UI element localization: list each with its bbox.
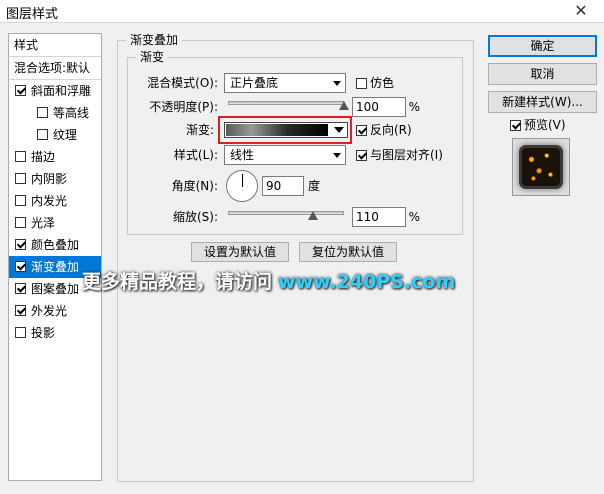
- reverse-checkbox-box[interactable]: [356, 125, 367, 136]
- style-item[interactable]: 斜面和浮雕: [9, 80, 101, 102]
- opacity-slider[interactable]: [228, 97, 349, 111]
- gradient-swatch[interactable]: [226, 124, 328, 136]
- dither-label: 仿色: [370, 76, 395, 90]
- scale-input[interactable]: 110: [352, 207, 406, 227]
- new-style-button[interactable]: 新建样式(W)...: [488, 91, 597, 113]
- style-select[interactable]: 线性: [224, 145, 346, 165]
- scale-label: 缩放(S):: [172, 210, 218, 224]
- reverse-label: 反向(R): [370, 123, 412, 137]
- angle-label: 角度(N):: [171, 179, 218, 193]
- style-item[interactable]: 投影: [9, 322, 101, 344]
- scale-slider-thumb[interactable]: [308, 211, 318, 220]
- chevron-down-icon[interactable]: [334, 127, 344, 133]
- close-icon[interactable]: ✕: [572, 1, 590, 20]
- gradient-picker[interactable]: [224, 122, 348, 138]
- blending-options-item[interactable]: 混合选项:默认: [9, 57, 101, 80]
- style-item-label: 外发光: [31, 304, 68, 318]
- watermark-text: 更多精品教程，请访问: [82, 271, 273, 293]
- style-item-label: 颜色叠加: [31, 238, 80, 252]
- align-label: 与图层对齐(I): [370, 148, 443, 162]
- style-item-label: 图案叠加: [31, 282, 80, 296]
- preview-checkbox[interactable]: 预览(V): [510, 117, 566, 133]
- dither-checkbox-box[interactable]: [356, 78, 367, 89]
- dither-checkbox[interactable]: 仿色: [356, 75, 394, 91]
- scale-slider-track: [228, 211, 344, 215]
- watermark-url: www.240PS.com: [278, 271, 456, 293]
- cancel-button[interactable]: 取消: [488, 63, 597, 85]
- style-item-checkbox[interactable]: [15, 195, 26, 206]
- style-item-label: 等高线: [53, 106, 90, 120]
- align-with-layer-checkbox[interactable]: 与图层对齐(I): [356, 147, 443, 163]
- style-item-checkbox[interactable]: [15, 327, 26, 338]
- style-item-label: 纹理: [53, 128, 78, 142]
- blend-mode-select[interactable]: 正片叠底: [224, 73, 346, 93]
- style-item-checkbox[interactable]: [37, 129, 48, 140]
- preview-checkbox-box[interactable]: [510, 120, 521, 131]
- angle-dial-needle: [242, 174, 243, 187]
- scale-unit: %: [408, 210, 420, 224]
- style-item[interactable]: 描边: [9, 146, 101, 168]
- opacity-input[interactable]: 100: [352, 97, 406, 117]
- style-item-checkbox[interactable]: [15, 173, 26, 184]
- align-checkbox-box[interactable]: [356, 150, 367, 161]
- style-item-label: 描边: [31, 150, 56, 164]
- style-item-label: 斜面和浮雕: [31, 84, 92, 98]
- reverse-checkbox[interactable]: 反向(R): [356, 122, 412, 138]
- opacity-unit: %: [408, 100, 420, 114]
- gradient-overlay-title: 渐变叠加: [126, 32, 183, 48]
- style-label: 样式(L):: [173, 148, 218, 162]
- style-item[interactable]: 颜色叠加: [9, 234, 101, 256]
- angle-input[interactable]: 90: [262, 176, 304, 196]
- chevron-down-icon: [333, 153, 341, 158]
- window-title: 图层样式: [6, 7, 59, 22]
- angle-unit: 度: [307, 179, 320, 193]
- style-item[interactable]: 内阴影: [9, 168, 101, 190]
- blend-mode-label: 混合模式(O):: [147, 76, 218, 90]
- watermark: 更多精品教程，请访问 www.240PS.com: [82, 262, 598, 302]
- gradient-group-title: 渐变: [136, 49, 169, 65]
- title-bar: 图层样式 ✕: [0, 0, 604, 23]
- style-item-label: 渐变叠加: [31, 260, 80, 274]
- scale-slider[interactable]: [228, 207, 344, 221]
- style-item[interactable]: 内发光: [9, 190, 101, 212]
- style-item-checkbox[interactable]: [37, 107, 48, 118]
- opacity-slider-thumb[interactable]: [339, 101, 349, 110]
- style-preview: [512, 138, 570, 196]
- angle-dial[interactable]: [226, 170, 258, 202]
- style-item[interactable]: 等高线: [9, 102, 101, 124]
- style-item-checkbox[interactable]: [15, 239, 26, 250]
- style-item-checkbox[interactable]: [15, 85, 26, 96]
- blend-mode-value: 正片叠底: [230, 76, 279, 90]
- preview-label: 预览(V): [524, 118, 566, 132]
- style-item-checkbox[interactable]: [15, 261, 26, 272]
- style-list: 样式 混合选项:默认 斜面和浮雕等高线纹理描边内阴影内发光光泽颜色叠加渐变叠加图…: [8, 33, 102, 481]
- style-item[interactable]: 纹理: [9, 124, 101, 146]
- style-item-label: 内阴影: [31, 172, 68, 186]
- style-value: 线性: [230, 148, 255, 162]
- style-item-checkbox[interactable]: [15, 151, 26, 162]
- style-item-label: 内发光: [31, 194, 68, 208]
- style-item-label: 光泽: [31, 216, 56, 230]
- gradient-highlight-box: [218, 116, 352, 144]
- style-item[interactable]: 光泽: [9, 212, 101, 234]
- style-item-checkbox[interactable]: [15, 305, 26, 316]
- chevron-down-icon: [333, 81, 341, 86]
- gradient-label: 渐变:: [185, 123, 214, 137]
- style-preview-thumbnail: [522, 148, 560, 186]
- opacity-label: 不透明度(P):: [149, 100, 218, 114]
- style-item-label: 投影: [31, 326, 56, 340]
- set-default-button[interactable]: 设置为默认值: [191, 242, 289, 262]
- style-item-checkbox[interactable]: [15, 283, 26, 294]
- ok-button[interactable]: 确定: [488, 35, 597, 57]
- reset-default-button[interactable]: 复位为默认值: [299, 242, 397, 262]
- style-item-checkbox[interactable]: [15, 217, 26, 228]
- style-list-header[interactable]: 样式: [9, 34, 101, 57]
- opacity-slider-track: [228, 101, 344, 105]
- style-item[interactable]: 外发光: [9, 300, 101, 322]
